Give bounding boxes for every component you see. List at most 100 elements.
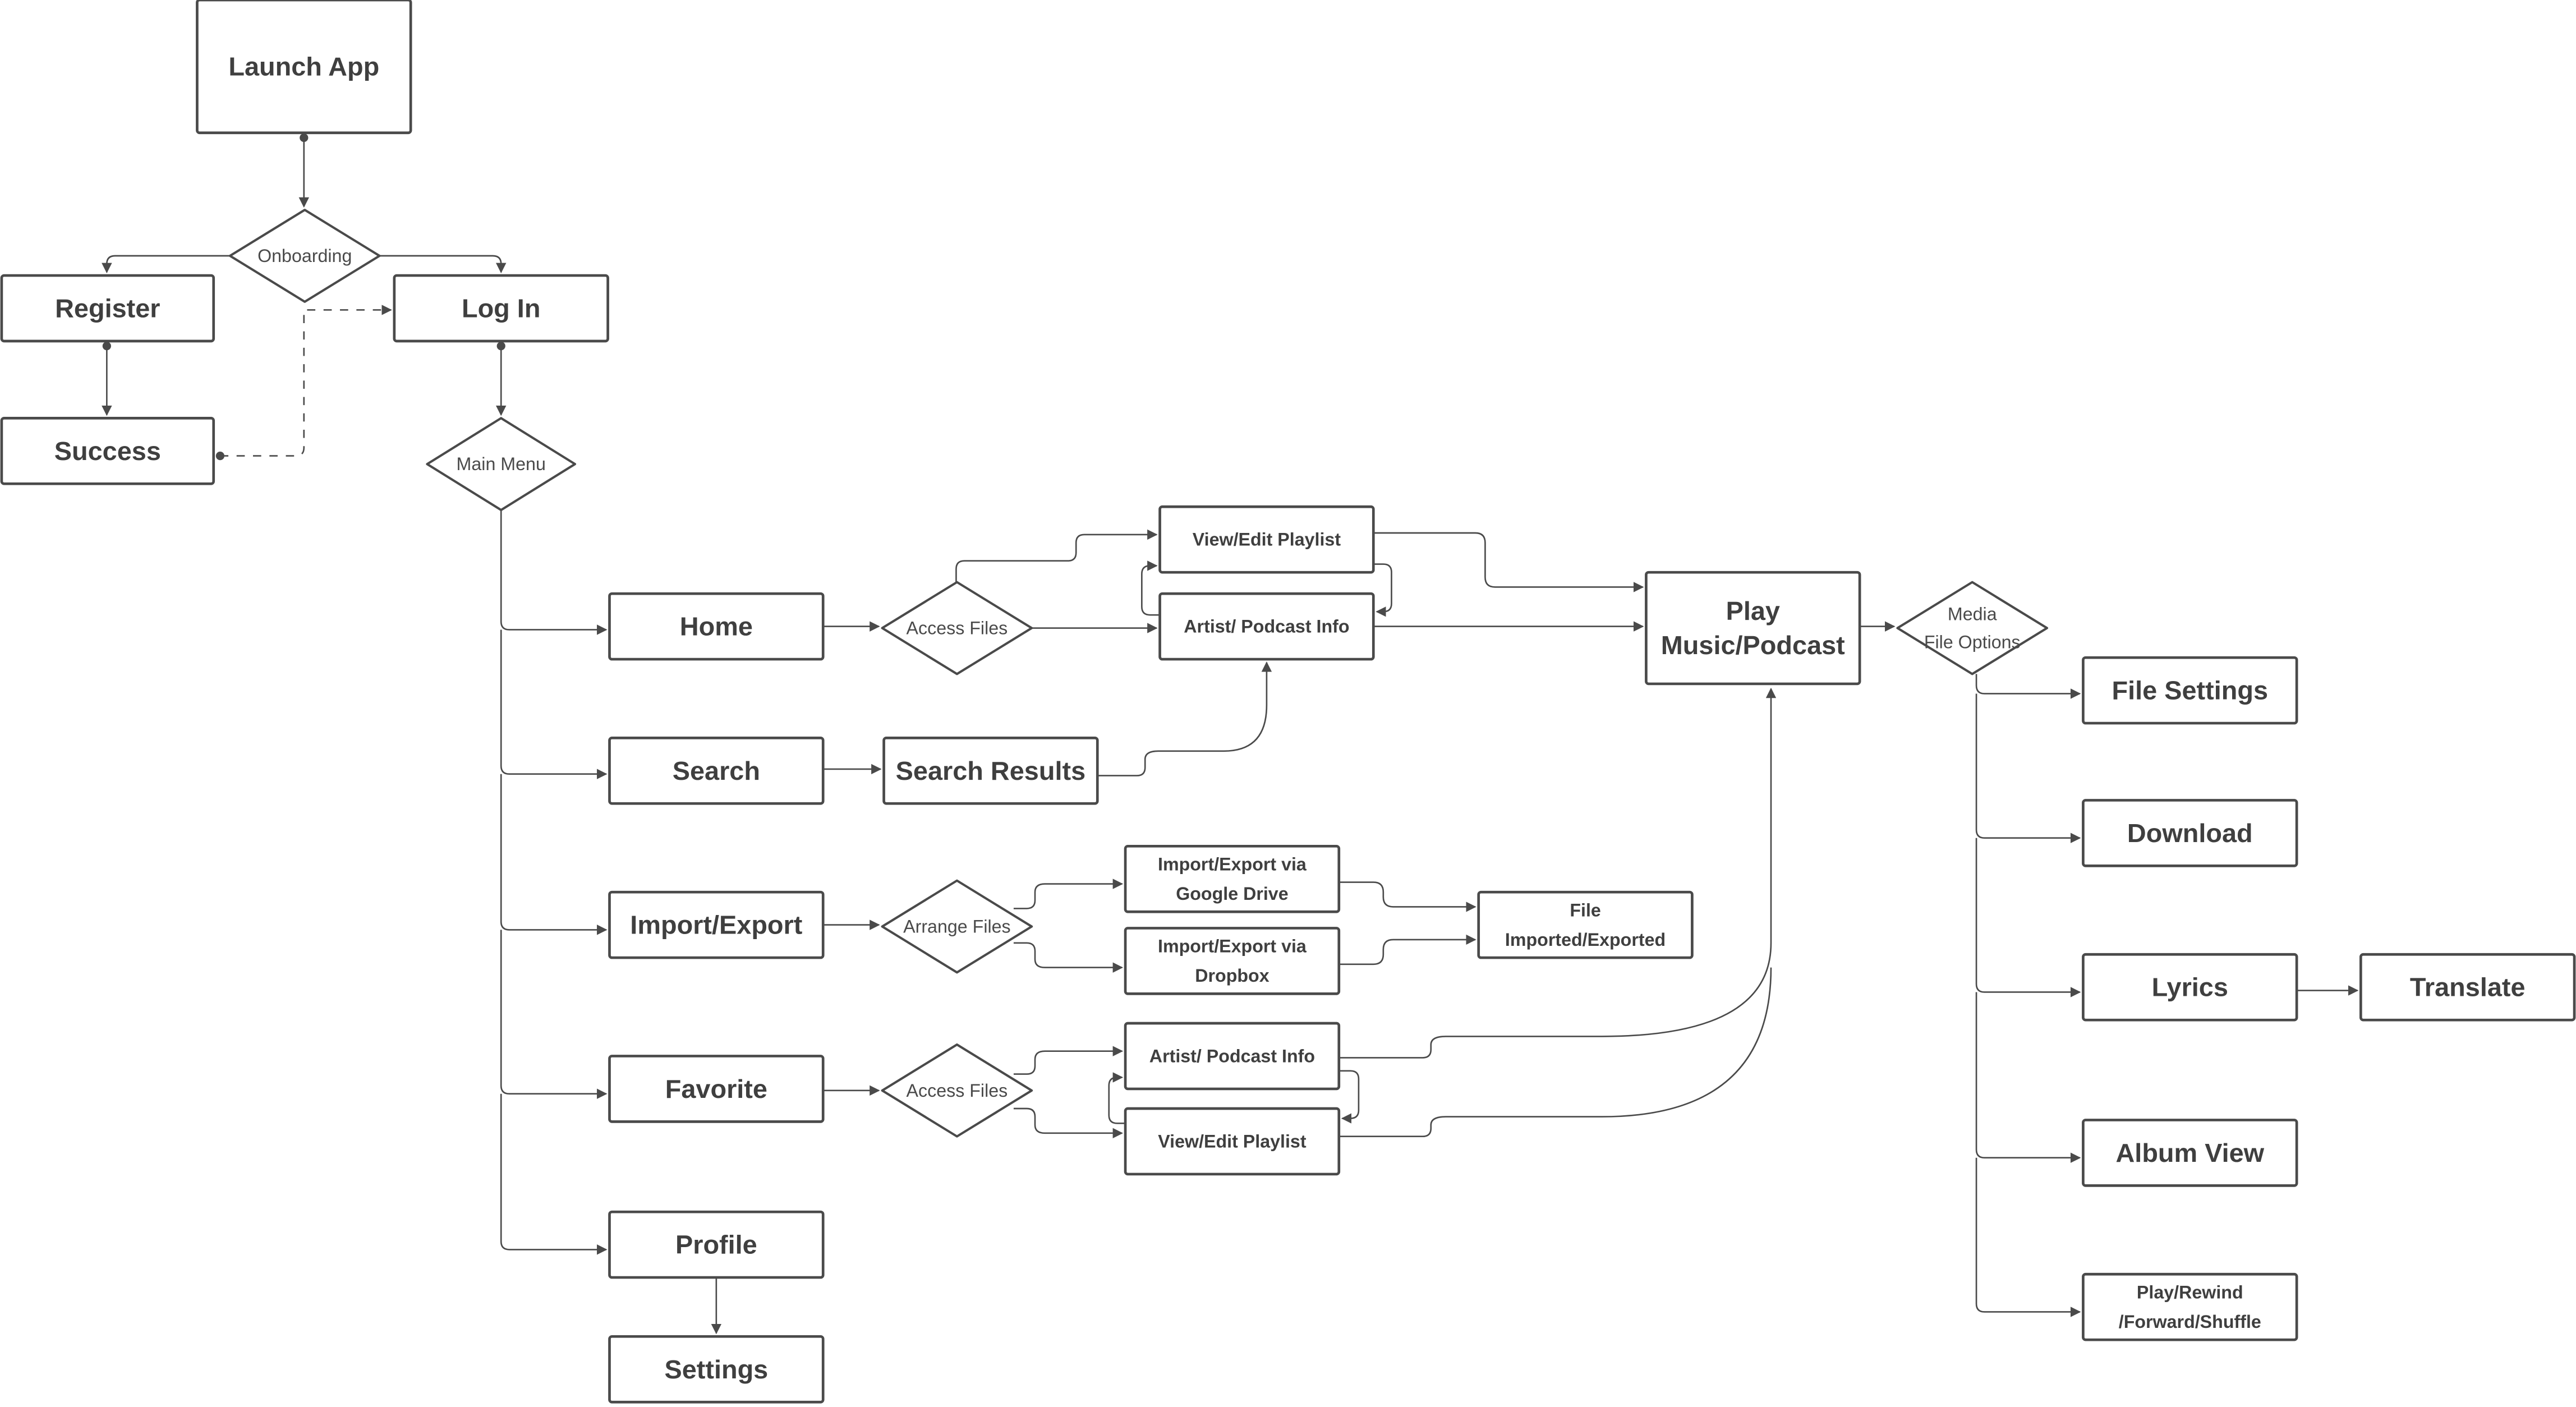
node-label: Log In <box>462 294 540 323</box>
node-label: Download <box>2127 819 2253 848</box>
connector-dot-icon <box>215 452 225 461</box>
node-arrange-files: Arrange Files <box>881 879 1033 974</box>
edge-arrange-files-to-import-export-dropbox <box>1013 942 1124 973</box>
node-label: Profile <box>675 1230 757 1259</box>
node-label: Imported/Exported <box>1505 930 1666 950</box>
node-label: Lyrics <box>2152 973 2228 1002</box>
node-label: Google Drive <box>1176 884 1288 904</box>
edge-view-edit-playlist-fav-to-play-music-podcast <box>1338 967 1772 1138</box>
edge-artist-podcast-info-fav-to-view-edit-playlist-fav <box>1338 1070 1360 1124</box>
node-search-results: Search Results <box>882 737 1099 805</box>
node-label: Access Files <box>907 1080 1008 1101</box>
node-profile: Profile <box>608 1210 825 1279</box>
decision-diamond <box>1896 581 2049 675</box>
node-label: Search Results <box>896 756 1085 785</box>
node-label: View/Edit Playlist <box>1158 1131 1307 1151</box>
node-label: Launch App <box>228 52 379 81</box>
node-label: Search <box>673 756 760 785</box>
node-label: Artist/ Podcast Info <box>1149 1046 1315 1066</box>
node-lyrics: Lyrics <box>2082 953 2298 1022</box>
node-label: Arrange Files <box>903 917 1011 937</box>
node-label: Home <box>680 612 753 641</box>
edge-search-results-to-artist-podcast-info-home <box>1097 661 1272 776</box>
node-view-edit-playlist-fav: View/Edit Playlist <box>1124 1107 1341 1176</box>
connector-dot-icon <box>300 133 309 142</box>
node-label: Translate <box>2410 973 2526 1002</box>
node-import-export-gdrive: Import/Export via Google Drive <box>1124 844 1341 913</box>
edge-view-edit-playlist-home-to-artist-podcast-info-home <box>1373 563 1392 617</box>
node-label: Main Menu <box>457 454 546 474</box>
node-album-view: Album View <box>2082 1119 2298 1187</box>
node-label: File <box>1570 900 1600 920</box>
edge-media-file-options-to-play-rewind-forward-shuffle <box>1975 1157 2081 1317</box>
edge-main-menu-to-favorite <box>500 930 608 1099</box>
node-onboarding: Onboarding <box>228 209 381 303</box>
connector-dot-icon <box>102 342 111 351</box>
node-label: Play <box>1726 596 1780 626</box>
node-label: Onboarding <box>257 246 352 266</box>
process-box <box>1645 571 1861 686</box>
edge-import-export-dropbox-to-file-imported-exported <box>1338 934 1476 965</box>
node-label: Settings <box>664 1355 768 1384</box>
node-label: Register <box>55 294 160 323</box>
edge-media-file-options-to-album-view <box>1975 992 2081 1163</box>
edge-main-menu-to-profile <box>500 1093 608 1255</box>
edge-arrange-files-to-import-export-gdrive <box>1013 879 1124 909</box>
node-label: Import/Export via <box>1158 854 1307 874</box>
node-main-menu: Main Menu <box>426 417 577 512</box>
edge-access-files-home-to-view-edit-playlist-home <box>955 529 1158 582</box>
node-import-export-dropbox: Import/Export via Dropbox <box>1124 927 1341 995</box>
node-label: Album View <box>2115 1138 2264 1167</box>
edge-import-export-gdrive-to-file-imported-exported <box>1338 881 1476 912</box>
node-label: Success <box>54 436 161 466</box>
connector-dot-icon <box>496 342 505 351</box>
flowchart-canvas: Launch App Onboarding Register Log In Succes… <box>0 0 2576 1404</box>
node-label: View/Edit Playlist <box>1193 530 1341 550</box>
node-file-settings: File Settings <box>2082 656 2298 725</box>
edge-success-to-log-in <box>220 305 392 457</box>
edge-media-file-options-to-download <box>1975 693 2081 843</box>
node-log-in: Log In <box>393 274 609 343</box>
node-translate: Translate <box>2359 953 2576 1022</box>
edge-access-files-fav-to-artist-podcast-info-fav <box>1013 1046 1124 1075</box>
edge-access-files-fav-to-view-edit-playlist-fav <box>1013 1107 1124 1139</box>
node-label: Music/Podcast <box>1661 631 1845 660</box>
edge-view-edit-playlist-fav-to-artist-podcast-info-fav <box>1108 1072 1126 1124</box>
node-label: Dropbox <box>1195 965 1269 986</box>
node-label: Media <box>1948 604 1997 624</box>
node-view-edit-playlist-home: View/Edit Playlist <box>1158 505 1375 574</box>
node-download: Download <box>2082 799 2298 867</box>
edge-media-file-options-to-file-settings <box>1975 674 2081 699</box>
edge-main-menu-to-search <box>500 629 608 779</box>
node-label: Import/Export via <box>1158 936 1307 957</box>
node-home: Home <box>608 592 825 661</box>
node-label: Favorite <box>665 1074 767 1103</box>
node-file-imported-exported: File Imported/Exported <box>1477 890 1694 959</box>
node-label: Access Files <box>907 618 1008 638</box>
node-label: File Options <box>1924 632 2021 652</box>
edge-main-menu-to-home <box>500 510 608 635</box>
node-media-file-options: Media File Options <box>1896 581 2049 675</box>
nodes-layer: Launch App Onboarding Register Log In Succes… <box>0 0 2576 1404</box>
node-register: Register <box>0 274 215 343</box>
edge-artist-podcast-info-fav-to-play-music-podcast <box>1338 687 1777 1059</box>
node-artist-podcast-info-fav: Artist/ Podcast Info <box>1124 1022 1341 1091</box>
node-label: Artist/ Podcast Info <box>1184 617 1349 637</box>
node-label: Import/Export <box>630 911 802 940</box>
edge-artist-podcast-info-home-to-view-edit-playlist-home <box>1141 560 1160 616</box>
edge-onboarding-to-log-in <box>379 255 507 274</box>
node-play-music-podcast: Play Music/Podcast <box>1645 571 1861 686</box>
node-favorite: Favorite <box>608 1055 825 1123</box>
edge-onboarding-to-register <box>102 255 230 274</box>
edge-main-menu-to-import-export <box>500 774 608 935</box>
node-settings: Settings <box>608 1335 825 1404</box>
edge-media-file-options-to-lyrics <box>1975 838 2081 997</box>
node-access-files-home: Access Files <box>881 581 1033 675</box>
node-label: Play/Rewind <box>2137 1282 2243 1302</box>
edge-view-edit-playlist-home-to-play-music-podcast <box>1373 532 1644 592</box>
node-label: /Forward/Shuffle <box>2119 1312 2261 1332</box>
node-launch-app: Launch App <box>196 0 412 135</box>
node-import-export: Import/Export <box>608 890 825 959</box>
node-artist-podcast-info-home: Artist/ Podcast Info <box>1158 592 1375 661</box>
node-access-files-fav: Access Files <box>881 1043 1033 1138</box>
